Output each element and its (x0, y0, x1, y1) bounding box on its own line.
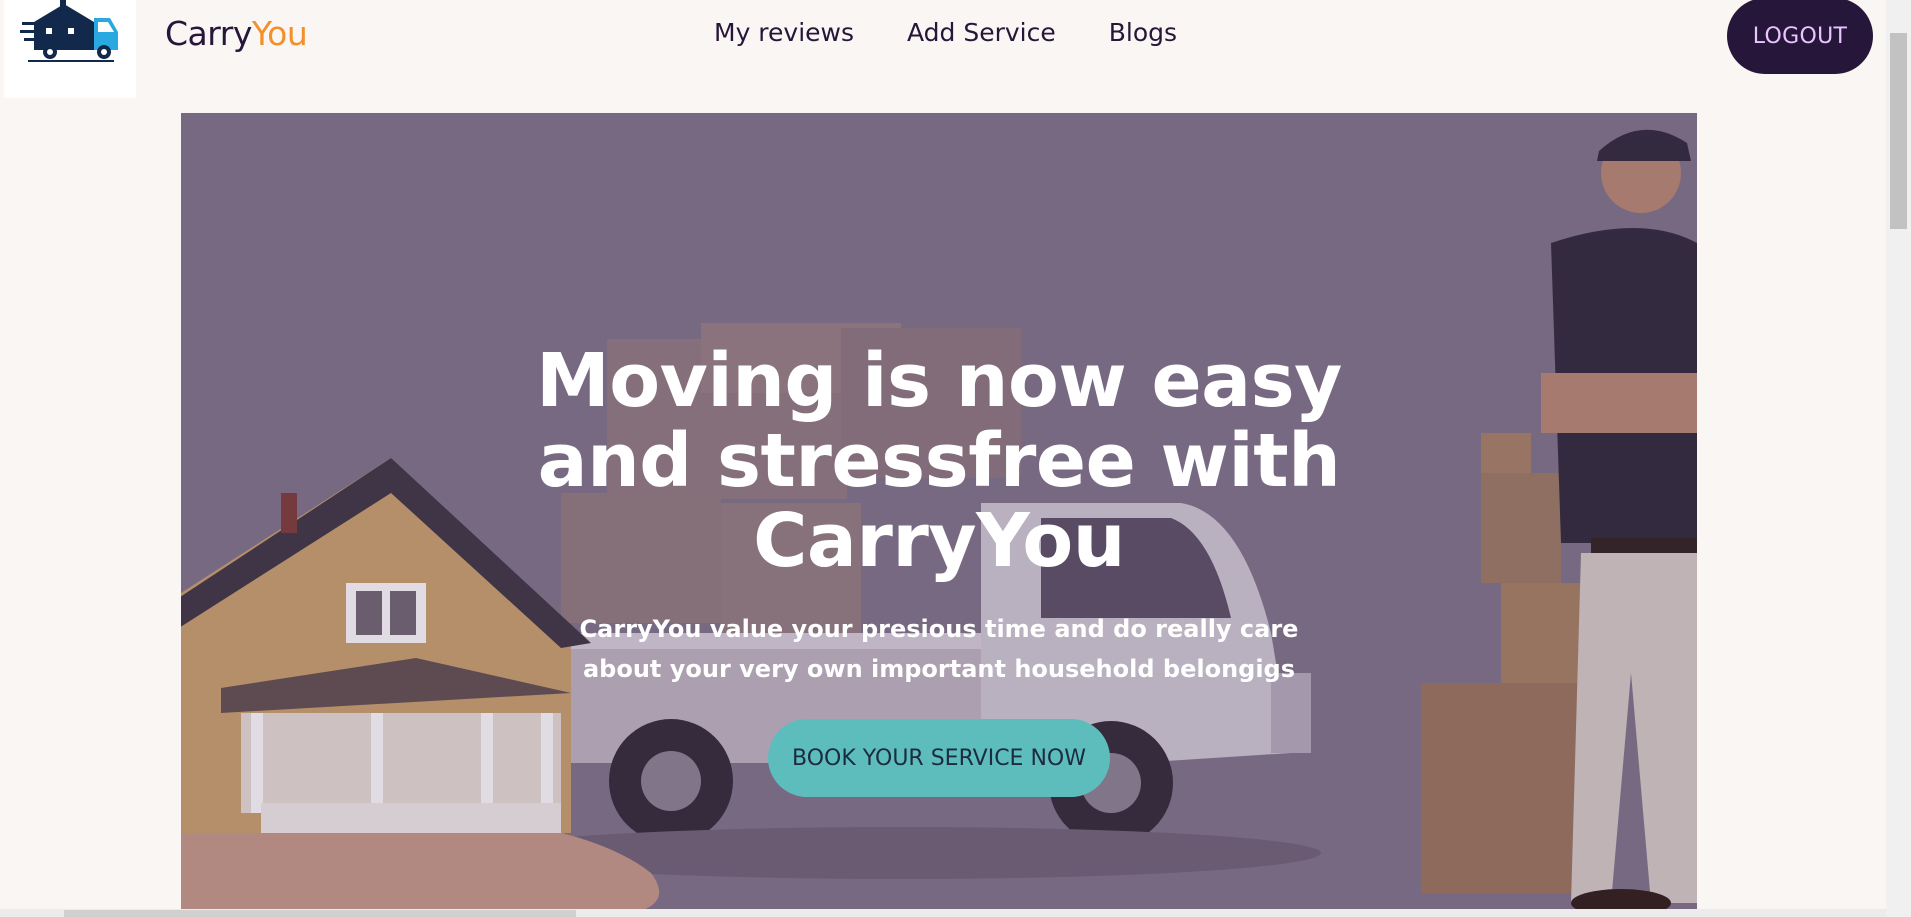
vertical-scroll-thumb[interactable] (1890, 33, 1907, 229)
horizontal-scrollbar[interactable] (0, 909, 1886, 917)
nav-link-blogs[interactable]: Blogs (1109, 18, 1177, 47)
brand-name-part2: You (251, 14, 308, 53)
logout-button[interactable]: LOGOUT (1727, 0, 1873, 74)
horizontal-scroll-thumb[interactable] (64, 910, 576, 917)
moving-truck-house-logo-icon (20, 0, 118, 62)
logo[interactable] (4, 0, 136, 98)
hero-subtitle: CarryYou value your presious time and do… (579, 615, 1299, 683)
brand-name[interactable]: CarryYou (165, 14, 308, 53)
page: CarryYou My reviews Add Service Blogs LO… (0, 0, 1911, 917)
hero-content: Moving is now easy and stressfree with C… (181, 341, 1697, 797)
hero-title: Moving is now easy and stressfree with C… (536, 338, 1342, 584)
brand-name-part1: Carry (165, 14, 252, 53)
nav-link-add-service[interactable]: Add Service (907, 18, 1056, 47)
vertical-scrollbar[interactable] (1886, 0, 1911, 917)
nav-link-my-reviews[interactable]: My reviews (714, 18, 854, 47)
book-service-button[interactable]: BOOK YOUR SERVICE NOW (768, 719, 1110, 797)
nav-links: My reviews Add Service Blogs (714, 18, 1177, 47)
hero-banner: Moving is now easy and stressfree with C… (181, 113, 1697, 917)
navbar: CarryYou My reviews Add Service Blogs LO… (0, 0, 1886, 100)
